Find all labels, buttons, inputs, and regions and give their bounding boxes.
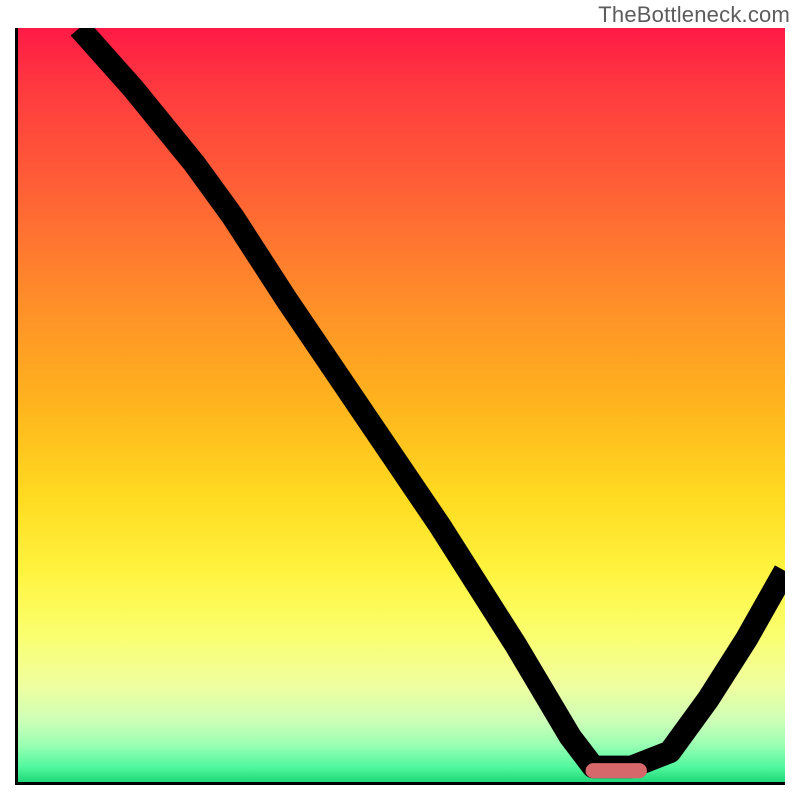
watermark-text: TheBottleneck.com <box>598 2 790 28</box>
optimal-marker <box>586 763 647 778</box>
curve-svg <box>18 28 785 782</box>
bottleneck-curve <box>79 28 785 767</box>
chart-container: TheBottleneck.com <box>0 0 800 800</box>
plot-area <box>15 28 785 785</box>
